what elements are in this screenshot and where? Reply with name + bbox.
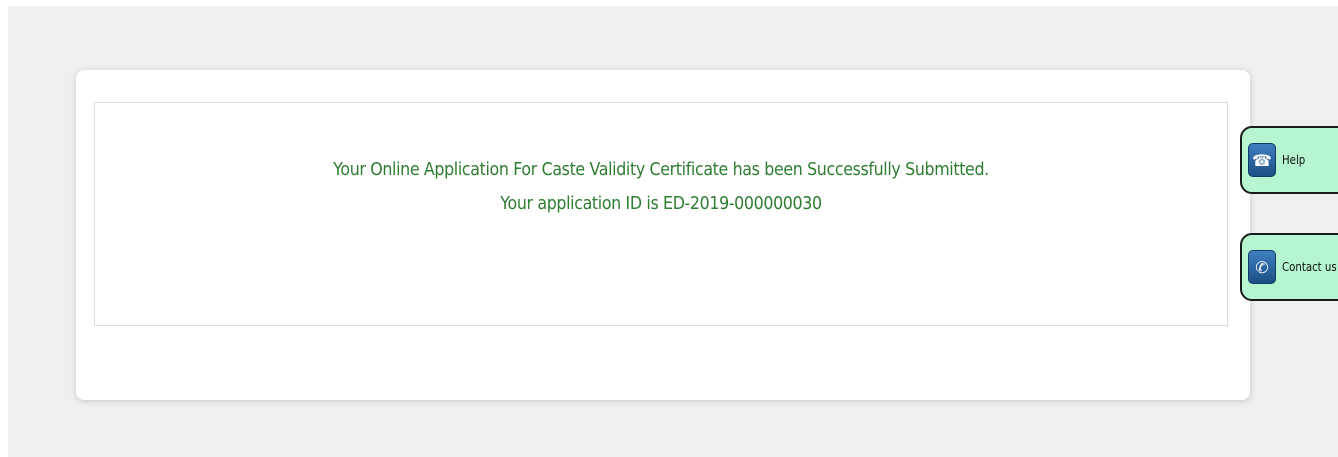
application-id-message: Your application ID is ED-2019-000000030 bbox=[500, 193, 822, 214]
contact-us-tab[interactable]: ✆ Contact us bbox=[1240, 233, 1338, 301]
success-message: Your Online Application For Caste Validi… bbox=[333, 159, 989, 180]
confirmation-card: Your Online Application For Caste Validi… bbox=[76, 70, 1250, 400]
help-desk-icon: ☎ bbox=[1248, 143, 1276, 177]
confirmation-panel: Your Online Application For Caste Validi… bbox=[94, 102, 1228, 326]
phone-icon: ✆ bbox=[1248, 250, 1276, 284]
help-label: Help bbox=[1282, 153, 1306, 167]
contact-us-label: Contact us bbox=[1282, 260, 1337, 274]
help-tab[interactable]: ☎ Help bbox=[1240, 126, 1338, 194]
